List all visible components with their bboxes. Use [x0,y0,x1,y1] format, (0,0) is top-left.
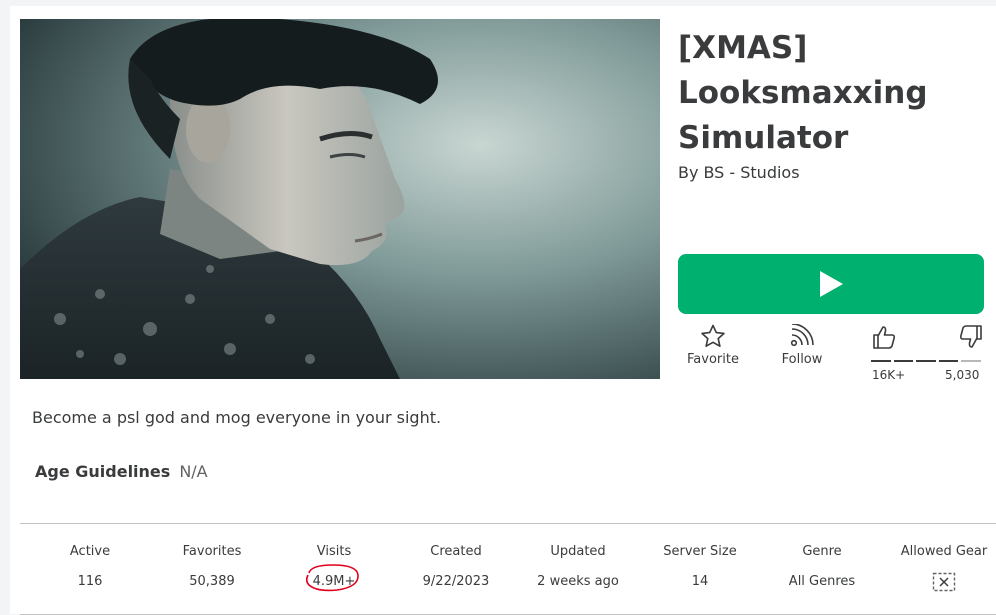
follow-label: Follow [781,352,823,367]
stat-value: 4.9M+ [312,574,356,589]
play-button[interactable] [678,254,984,314]
vote-bar-segment [916,360,936,362]
favorite-button[interactable]: Favorite [678,324,748,367]
stat-value: 50,389 [189,574,235,589]
thumbs-up-icon [873,326,896,349]
rss-icon [790,324,814,347]
upvote-count: 16K+ [872,368,906,382]
creator-link[interactable]: BS - Studios [703,163,799,182]
favorite-label: Favorite [687,352,739,367]
vote-ratio-bar [871,360,981,362]
stat-value: 2 weeks ago [537,574,619,589]
game-thumbnail-image [20,19,660,379]
vote-bar-segment [893,360,914,362]
vote-bar-segment [961,360,981,362]
downvote-count: 5,030 [945,368,980,382]
game-description: Become a psl god and mog everyone in you… [32,408,442,427]
stat-label: Favorites [182,544,242,559]
stat-label: Created [430,544,482,559]
game-actions: Favorite Follow 16K+ 5,030 [678,324,984,382]
thumbs-down-icon [959,325,982,348]
stat-label: Allowed Gear [900,544,988,559]
vote-bar-segment [871,360,891,362]
stat-value: 9/22/2023 [422,574,490,589]
creator-byline: By BS - Studios [678,163,800,182]
age-guidelines: Age Guidelines N/A [35,462,208,481]
stat-label: Updated [550,544,606,559]
stat-label: Active [69,544,111,559]
follow-button[interactable]: Follow [767,324,837,367]
stat-label: Genre [802,544,842,559]
play-icon [820,271,843,297]
game-stats: Active 116 Favorites 50,389 Visits 4.9M+… [20,523,996,615]
gear-not-allowed-icon [932,572,956,592]
age-guidelines-label: Age Guidelines [35,462,171,481]
stat-value: All Genres [788,574,856,589]
stat-label: Server Size [663,544,737,559]
vote-bar-segment [938,360,959,362]
stat-label: Visits [316,544,352,559]
stat-value: 116 [77,574,103,589]
upvote-button[interactable] [871,324,897,354]
game-details-page: [XMAS] Looksmaxxing Simulator By BS - Stu… [10,6,996,615]
downvote-button[interactable] [958,324,984,354]
stat-value: 14 [691,574,709,589]
by-label: By [678,163,699,182]
game-title: [XMAS] Looksmaxxing Simulator [678,30,928,156]
game-thumbnail[interactable] [20,19,660,379]
age-guidelines-value: N/A [179,462,208,481]
star-icon [701,324,725,347]
